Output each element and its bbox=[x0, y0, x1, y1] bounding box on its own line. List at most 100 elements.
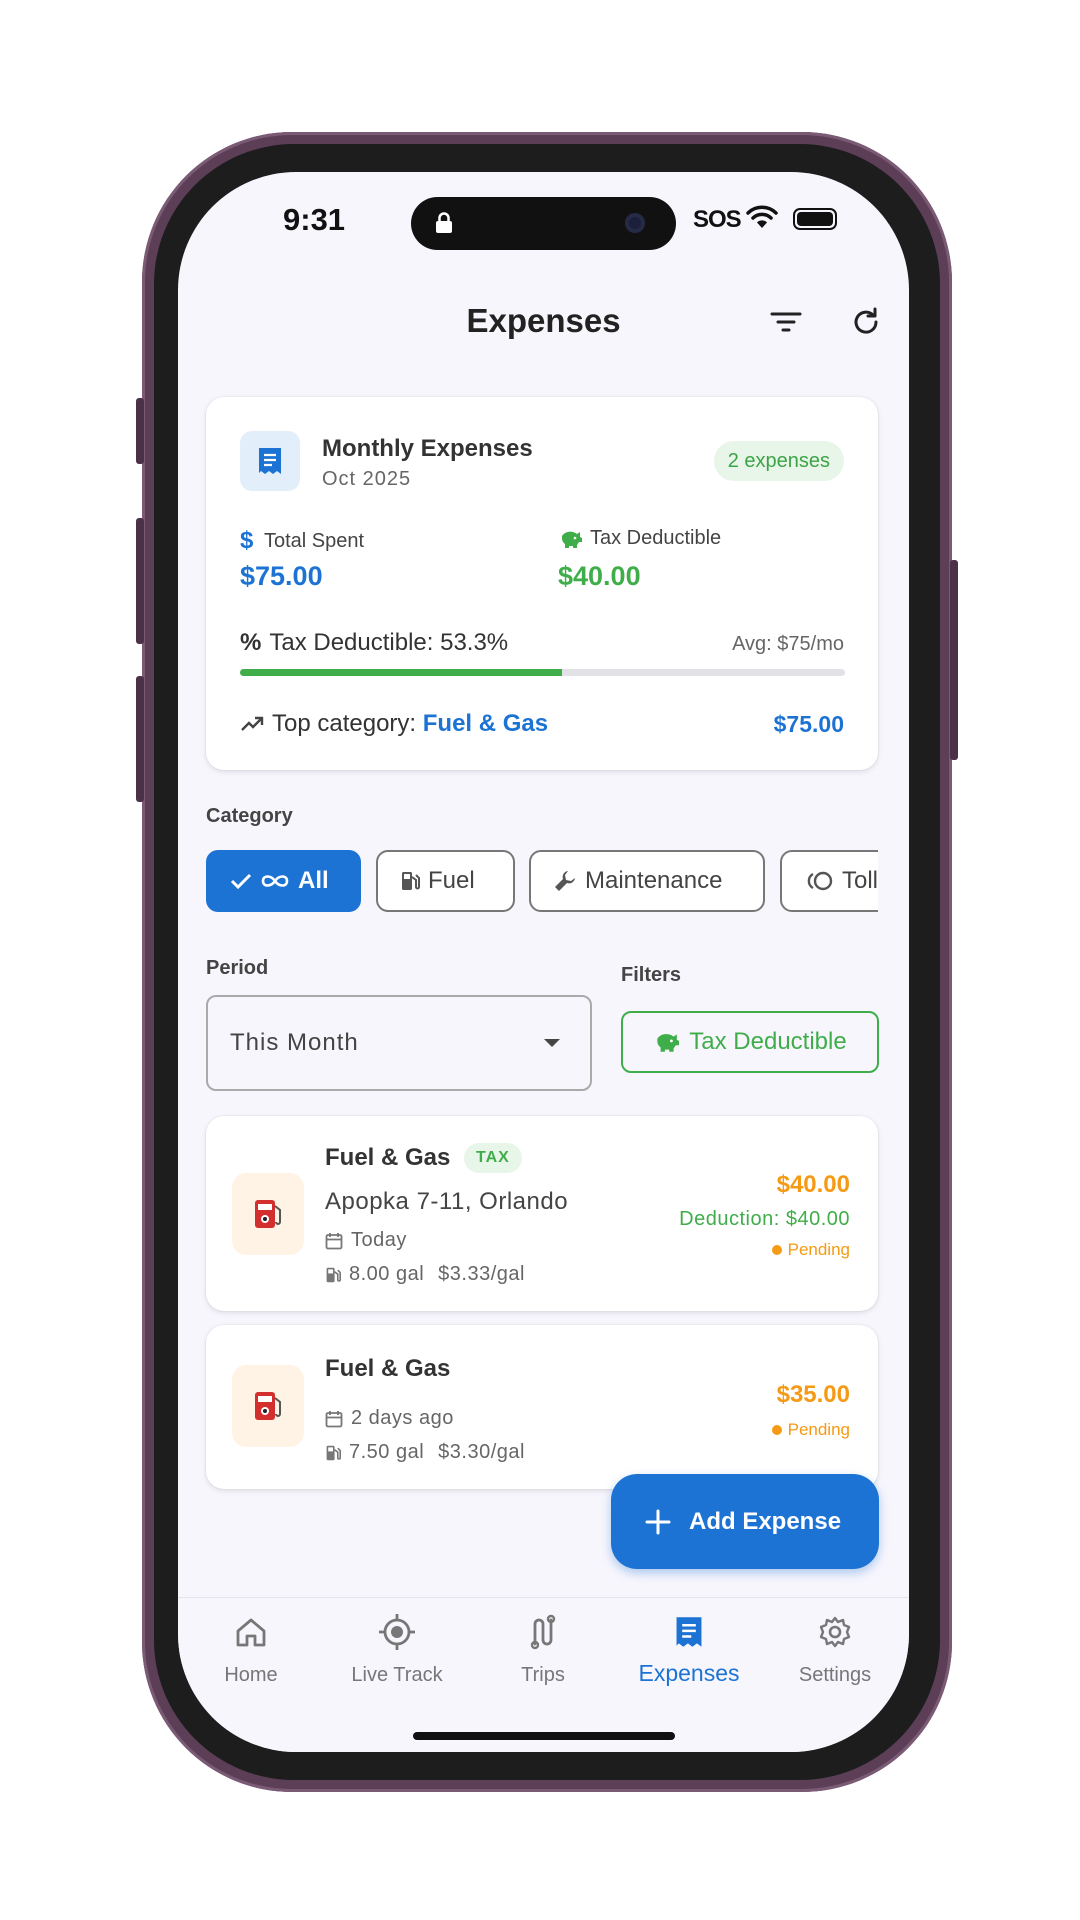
status-text: Pending bbox=[787, 1240, 850, 1259]
period-dropdown-value: This Month bbox=[230, 1029, 359, 1056]
piggy-bank-icon bbox=[561, 531, 582, 548]
nav-live-track[interactable]: Live Track bbox=[324, 1598, 470, 1687]
total-spent-value: $75.00 bbox=[240, 561, 323, 591]
dynamic-island bbox=[411, 197, 676, 250]
chip-toll-label: Toll bbox=[842, 867, 878, 894]
nav-trips-label: Trips bbox=[521, 1664, 565, 1686]
status-badge: Pending bbox=[771, 1420, 850, 1440]
wrench-icon bbox=[555, 871, 575, 891]
expense-category: Fuel & Gas bbox=[325, 1355, 451, 1382]
power-button bbox=[950, 560, 958, 760]
total-spent-label-text: Total Spent bbox=[264, 529, 365, 552]
expense-price-per-gal: $3.33/gal bbox=[438, 1263, 525, 1285]
expense-location: Apopka 7-11, Orlando bbox=[325, 1188, 569, 1215]
refresh-button[interactable] bbox=[846, 302, 886, 342]
filter-button[interactable] bbox=[766, 302, 806, 342]
sos-indicator: SOS bbox=[693, 206, 742, 233]
dropdown-arrow-icon bbox=[544, 1039, 560, 1047]
expense-date: 2 days ago bbox=[325, 1407, 454, 1430]
receipt-icon bbox=[240, 431, 300, 491]
expense-fuel-details: 7.50 gal $3.30/gal bbox=[325, 1441, 525, 1464]
expense-date-text: Today bbox=[351, 1229, 407, 1251]
add-expense-button[interactable]: Add Expense bbox=[611, 1474, 879, 1569]
volume-down-button bbox=[136, 676, 144, 802]
expense-gallons: 7.50 gal bbox=[349, 1441, 425, 1463]
summary-period: Oct 2025 bbox=[322, 468, 412, 490]
percent-icon: % bbox=[240, 629, 262, 656]
expense-category: Fuel & Gas bbox=[325, 1144, 451, 1171]
nav-expenses-label: Expenses bbox=[638, 1660, 740, 1686]
wifi-icon bbox=[746, 204, 778, 235]
gear-icon bbox=[762, 1612, 908, 1652]
expense-date: Today bbox=[325, 1229, 407, 1252]
refresh-icon bbox=[854, 307, 878, 334]
expense-count-badge: 2 expenses bbox=[713, 441, 844, 481]
nav-home-label: Home bbox=[224, 1664, 278, 1686]
filters-label: Filters bbox=[621, 964, 682, 986]
category-label: Category bbox=[206, 805, 293, 827]
chip-maintenance[interactable]: Maintenance bbox=[529, 850, 765, 912]
period-dropdown[interactable]: This Month bbox=[206, 995, 592, 1091]
expense-amount: $40.00 bbox=[776, 1171, 850, 1198]
infinity-icon bbox=[261, 875, 289, 887]
expense-gallons: 8.00 gal bbox=[349, 1263, 425, 1285]
tax-badge: TAX bbox=[464, 1143, 522, 1173]
fuel-icon bbox=[326, 1267, 341, 1282]
monthly-summary-card: Monthly Expenses Oct 2025 2 expenses $ T… bbox=[206, 397, 878, 770]
expense-fuel-details: 8.00 gal $3.33/gal bbox=[325, 1263, 525, 1286]
tax-percentage-row: % Tax Deductible: 53.3% bbox=[240, 629, 508, 657]
expense-date-text: 2 days ago bbox=[351, 1407, 454, 1429]
tax-deductible-progress-fill bbox=[240, 669, 563, 676]
tax-percentage-text: Tax Deductible: 53.3% bbox=[269, 629, 509, 656]
top-category-amount: $75.00 bbox=[773, 711, 844, 737]
summary-title: Monthly Expenses bbox=[322, 435, 533, 462]
chip-all[interactable]: All bbox=[206, 850, 361, 912]
lock-icon bbox=[435, 212, 453, 239]
nav-home[interactable]: Home bbox=[178, 1598, 324, 1687]
nav-settings-label: Settings bbox=[798, 1664, 872, 1686]
dollar-icon: $ bbox=[240, 527, 254, 554]
expense-amount: $35.00 bbox=[776, 1381, 850, 1408]
nav-settings[interactable]: Settings bbox=[762, 1598, 908, 1687]
toll-icon bbox=[807, 871, 833, 891]
tax-deductible-label: Tax Deductible bbox=[558, 527, 721, 550]
add-expense-label: Add Expense bbox=[689, 1507, 842, 1535]
expense-item[interactable]: Fuel & Gas 2 days ago 7.50 gal $3.30/gal… bbox=[206, 1325, 878, 1489]
location-target-icon bbox=[324, 1612, 470, 1652]
total-spent-label: $ Total Spent bbox=[240, 527, 364, 555]
plus-icon bbox=[645, 1509, 671, 1534]
volume-up-button bbox=[136, 518, 144, 644]
camera-icon bbox=[625, 213, 645, 233]
check-icon bbox=[230, 873, 252, 890]
tax-deductible-filter-button[interactable]: Tax Deductible bbox=[621, 1011, 879, 1073]
trending-up-icon bbox=[241, 716, 264, 731]
expense-deduction: Deduction: $40.00 bbox=[679, 1208, 850, 1230]
home-indicator bbox=[413, 1732, 675, 1740]
monthly-average: Avg: $75/mo bbox=[732, 633, 844, 655]
nav-live-track-label: Live Track bbox=[351, 1664, 443, 1686]
nav-expenses[interactable]: Expenses bbox=[616, 1598, 762, 1687]
fuel-pump-icon bbox=[232, 1365, 304, 1447]
period-label: Period bbox=[206, 957, 269, 979]
calendar-icon bbox=[325, 1232, 343, 1249]
pending-dot-icon bbox=[771, 1245, 782, 1255]
chip-all-label: All bbox=[298, 867, 329, 894]
top-category-row: Top category: Fuel & Gas bbox=[240, 710, 548, 738]
tax-deductible-progress bbox=[240, 669, 845, 676]
expense-item[interactable]: Fuel & Gas TAX Apopka 7-11, Orlando Toda… bbox=[206, 1116, 878, 1311]
chip-fuel[interactable]: Fuel bbox=[376, 850, 515, 912]
top-category-prefix: Top category: bbox=[272, 710, 423, 737]
tax-deductible-filter-label: Tax Deductible bbox=[689, 1028, 847, 1055]
chip-toll[interactable]: Toll bbox=[780, 850, 878, 912]
piggy-bank-icon bbox=[657, 1034, 680, 1052]
tax-deductible-value: $40.00 bbox=[558, 561, 641, 591]
nav-trips[interactable]: Trips bbox=[470, 1598, 616, 1687]
filter-list-icon bbox=[770, 312, 802, 332]
tax-deductible-label-text: Tax Deductible bbox=[590, 527, 722, 549]
home-icon bbox=[178, 1612, 324, 1652]
chip-fuel-label: Fuel bbox=[428, 867, 475, 894]
status-text: Pending bbox=[787, 1420, 850, 1439]
action-button bbox=[136, 398, 144, 464]
status-badge: Pending bbox=[771, 1240, 850, 1260]
category-chip-row[interactable]: All Fuel Maintenance Toll bbox=[206, 850, 878, 916]
